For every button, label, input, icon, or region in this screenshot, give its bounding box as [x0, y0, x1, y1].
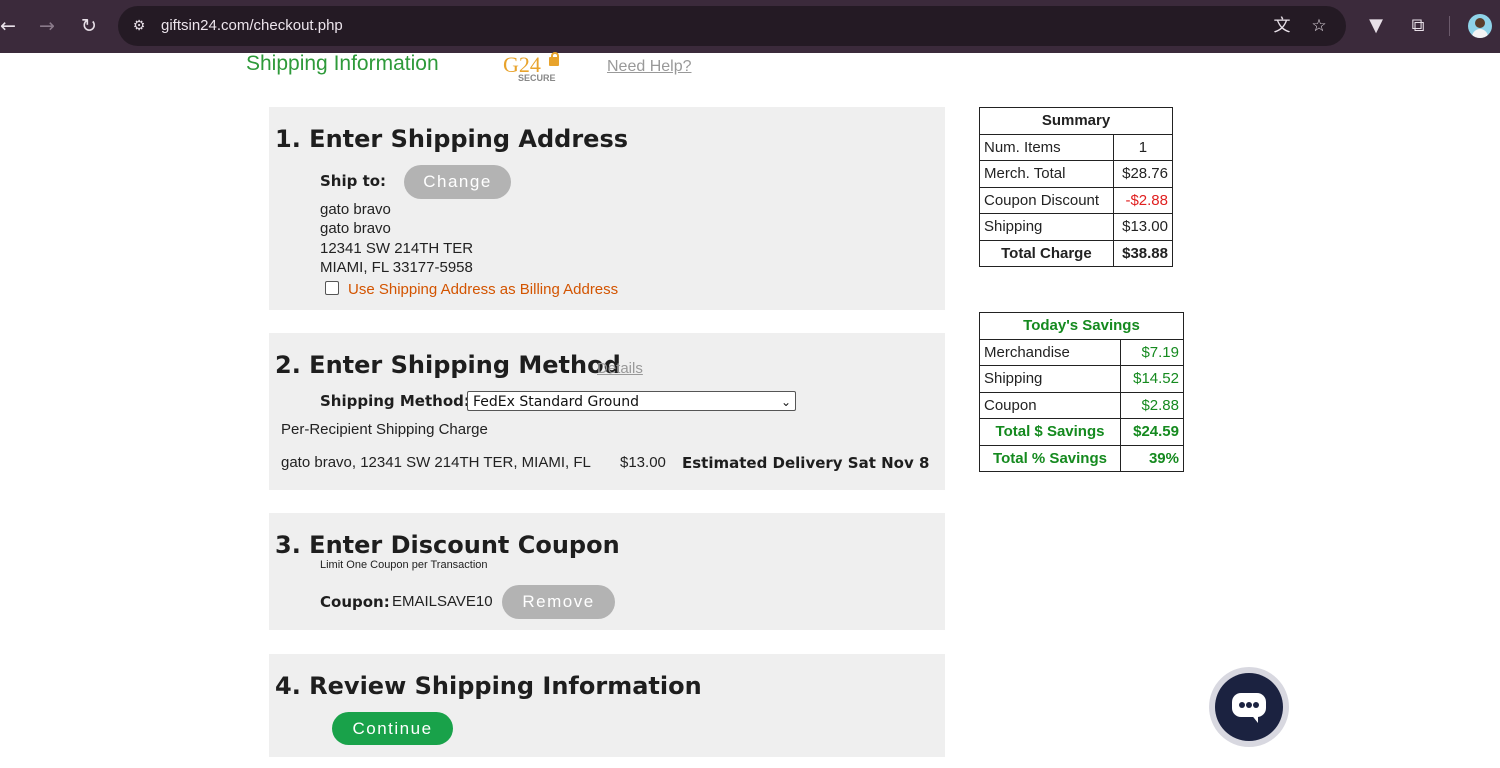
- site-settings-icon[interactable]: ⚙: [129, 16, 149, 36]
- summary-heading: Summary: [979, 107, 1173, 135]
- shipping-method-label: Shipping Method:: [320, 392, 470, 410]
- savings-label: Shipping: [978, 365, 1122, 393]
- star-icon[interactable]: ☆: [1307, 15, 1331, 37]
- savings-value: $24.59: [1120, 418, 1184, 446]
- need-help-link[interactable]: Need Help?: [607, 58, 692, 76]
- savings-value: 39%: [1120, 444, 1184, 472]
- ship-to-label: Ship to:: [320, 172, 387, 190]
- table-row: Coupon Discount -$2.88: [979, 186, 1174, 214]
- table-row: Coupon $2.88: [978, 391, 1184, 419]
- shipping-method-select[interactable]: FedEx Standard Ground ⌄: [467, 391, 796, 411]
- recipient-address: gato bravo, 12341 SW 214TH TER, MIAMI, F…: [281, 454, 591, 471]
- coupon-limit-note: Limit One Coupon per Transaction: [320, 559, 488, 571]
- lock-icon: [549, 52, 559, 66]
- summary-label: Merch. Total: [979, 160, 1114, 188]
- g24-secure-logo: G24 SECURE: [503, 52, 565, 85]
- forward-arrow-icon[interactable]: →: [33, 12, 61, 40]
- discount-coupon-section: 3. Enter Discount Coupon Limit One Coupo…: [269, 513, 945, 630]
- billing-same-label[interactable]: Use Shipping Address as Billing Address: [348, 281, 618, 298]
- estimated-delivery: Estimated Delivery Sat Nov 8: [682, 454, 930, 472]
- table-row: Merch. Total $28.76: [979, 160, 1174, 188]
- summary-label: Num. Items: [979, 133, 1114, 161]
- review-shipping-section: 4. Review Shipping Information Continue: [269, 654, 945, 757]
- savings-value: $2.88: [1120, 391, 1184, 419]
- translate-icon[interactable]: 文: [1270, 15, 1294, 37]
- savings-value: $14.52: [1120, 365, 1184, 393]
- shipping-method-value: FedEx Standard Ground: [473, 394, 640, 410]
- savings-label: Coupon: [978, 391, 1122, 419]
- shipping-address-section: 1. Enter Shipping Address Ship to: Chang…: [269, 107, 945, 310]
- savings-label: Merchandise: [978, 338, 1122, 366]
- summary-value: $38.88: [1112, 239, 1174, 267]
- chat-dot: [1239, 702, 1245, 708]
- change-address-button[interactable]: Change: [404, 165, 511, 199]
- shipping-method-section: 2. Enter Shipping Method Details Shippin…: [269, 333, 945, 490]
- table-row: Shipping $14.52: [978, 365, 1184, 393]
- shipping-details-link[interactable]: Details: [597, 360, 643, 377]
- shield-extension-icon[interactable]: ▼: [1364, 14, 1388, 38]
- back-arrow-icon[interactable]: ←: [0, 12, 22, 40]
- table-row: Total Charge $38.88: [979, 239, 1174, 267]
- recipient-shipping-charge: $13.00: [620, 454, 666, 471]
- savings-table: Today's Savings Merchandise $7.19 Shippi…: [978, 312, 1184, 472]
- address-line: gato bravo: [320, 220, 391, 237]
- table-row: Shipping $13.00: [979, 213, 1174, 241]
- browser-toolbar: ← → ↻ ⚙ giftsin24.com/checkout.php 文 ☆ ▼…: [0, 0, 1500, 53]
- summary-value: $13.00: [1112, 213, 1174, 241]
- section-title: 1. Enter Shipping Address: [275, 125, 629, 153]
- section-title: 3. Enter Discount Coupon: [275, 531, 620, 559]
- page-title: Shipping Information: [246, 52, 439, 75]
- savings-label: Total $ Savings: [978, 418, 1122, 446]
- address-line: gato bravo: [320, 201, 391, 218]
- savings-label: Total % Savings: [978, 444, 1122, 472]
- savings-heading: Today's Savings: [979, 312, 1184, 340]
- remove-coupon-button[interactable]: Remove: [502, 585, 615, 619]
- savings-value: $7.19: [1120, 338, 1184, 366]
- chat-dot: [1246, 702, 1252, 708]
- summary-label: Total Charge: [979, 239, 1114, 267]
- table-row: Num. Items 1: [979, 133, 1174, 161]
- summary-label: Shipping: [979, 213, 1114, 241]
- table-row: Total % Savings 39%: [978, 444, 1184, 472]
- section-title: 2. Enter Shipping Method: [275, 351, 621, 379]
- table-row: Total $ Savings $24.59: [978, 418, 1184, 446]
- coupon-label: Coupon:: [320, 593, 390, 611]
- chat-icon: [1215, 673, 1283, 741]
- address-bar[interactable]: ⚙ giftsin24.com/checkout.php 文 ☆: [118, 6, 1346, 46]
- summary-value: -$2.88: [1112, 186, 1174, 214]
- url-text[interactable]: giftsin24.com/checkout.php: [161, 16, 343, 36]
- coupon-code: EMAILSAVE10: [392, 593, 493, 610]
- summary-label: Coupon Discount: [979, 186, 1114, 214]
- toolbar-divider: [1449, 16, 1450, 36]
- continue-button[interactable]: Continue: [332, 712, 453, 745]
- chat-dot: [1253, 702, 1259, 708]
- billing-same-checkbox[interactable]: [325, 281, 339, 295]
- chevron-down-icon: ⌄: [780, 395, 791, 409]
- secure-logo-text: SECURE: [518, 73, 556, 83]
- chat-bubble-icon: [1232, 693, 1266, 723]
- reload-icon[interactable]: ↻: [75, 12, 103, 40]
- summary-value: $28.76: [1112, 160, 1174, 188]
- table-row: Merchandise $7.19: [978, 338, 1184, 366]
- section-title: 4. Review Shipping Information: [275, 672, 702, 700]
- puzzle-icon[interactable]: ⧉: [1406, 14, 1430, 38]
- address-line: 12341 SW 214TH TER: [320, 240, 474, 257]
- per-recipient-label: Per-Recipient Shipping Charge: [281, 421, 488, 438]
- summary-table: Summary Num. Items 1 Merch. Total $28.76…: [979, 107, 1174, 267]
- profile-avatar[interactable]: [1468, 14, 1492, 38]
- chat-widget-button[interactable]: [1209, 667, 1289, 747]
- summary-value: 1: [1112, 133, 1174, 161]
- address-line: MIAMI, FL 33177-5958: [320, 259, 473, 276]
